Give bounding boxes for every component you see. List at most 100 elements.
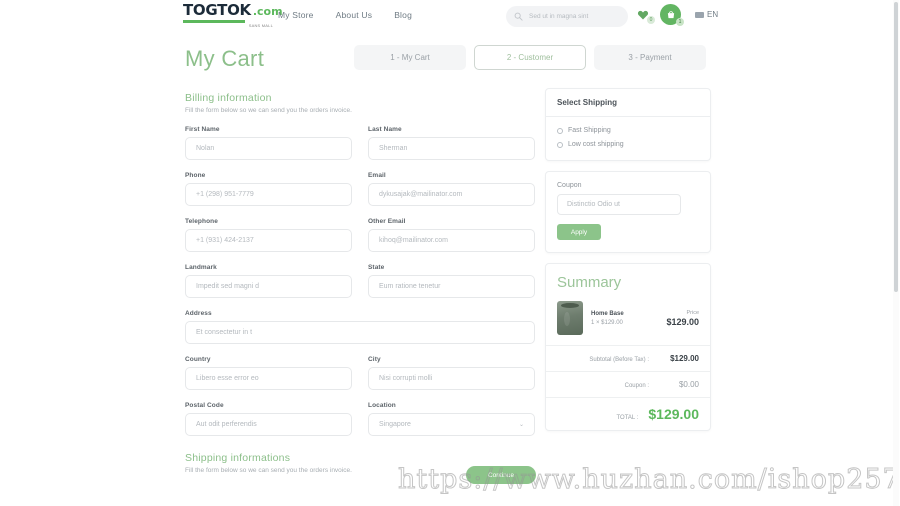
coupon-label: Coupon [557,182,582,189]
continue-button[interactable]: Continue [466,466,536,484]
select-location[interactable]: Singapore ⌄ [368,413,535,436]
billing-section-subtitle: Fill the form below so we can send you t… [185,107,352,114]
input-address[interactable]: Et consectetur in t [185,321,535,344]
step-payment[interactable]: 3 - Payment [594,45,706,70]
wishlist-button[interactable]: 0 [636,8,655,24]
shipping-option-low-cost-label: Low cost shipping [568,141,624,148]
input-city[interactable]: Nisi corrupti molli [368,367,535,390]
shipping-section-title: Shipping informations [185,452,291,464]
step-my-cart[interactable]: 1 - My Cart [354,45,466,70]
label-other-email: Other Email [368,218,406,225]
header-actions: 0 1 EN [636,4,718,26]
chevron-down-icon: ⌄ [518,422,524,428]
field-postal-code: Postal Code Aut odit perferendis [185,402,352,436]
grand-total-value: $129.00 [648,406,699,422]
cart-icon [667,10,674,18]
label-telephone: Telephone [185,218,218,225]
summary-title: Summary [557,274,622,291]
product-thumbnail [557,301,583,335]
label-landmark: Landmark [185,264,217,271]
form-row-landmark-state: Landmark Impedit sed magni d State Eum r… [185,264,535,298]
input-landmark[interactable]: Impedit sed magni d [185,275,352,298]
select-shipping-card: Select Shipping Fast Shipping Low cost s… [545,88,711,161]
coupon-input[interactable]: Distinctio Odio ut [557,194,681,215]
field-other-email: Other Email kihoq@mailinator.com [368,218,535,252]
input-email[interactable]: dykusajak@mailinator.com [368,183,535,206]
summary-coupon-row: Coupon : $0.00 [546,371,710,397]
subtotal-value: $129.00 [670,354,699,363]
label-phone: Phone [185,172,206,179]
input-other-email[interactable]: kihoq@mailinator.com [368,229,535,252]
checkout-sidebar: Select Shipping Fast Shipping Low cost s… [545,88,711,431]
scrollbar-thumb[interactable] [894,2,898,292]
radio-icon[interactable] [557,127,563,134]
language-label: EN [707,10,719,19]
label-last-name: Last Name [368,126,402,133]
input-last-name[interactable]: Sherman [368,137,535,160]
site-logo[interactable]: TOGTOK .com SANS MALL [183,1,283,29]
coupon-total-value: $0.00 [678,380,699,389]
radio-icon[interactable] [557,141,563,148]
search-icon [514,12,523,21]
site-header: TOGTOK .com SANS MALL My Store About Us … [0,0,900,33]
select-location-value: Singapore [379,421,411,428]
page-title: My Cart [185,46,265,71]
summary-product-row: Home Base 1 × $129.00 Price $129.00 [546,299,710,345]
wishlist-count-badge: 0 [647,15,655,24]
form-row-phone-email: Phone +1 (298) 951-7779 Email dykusajak@… [185,172,535,206]
coupon-total-label: Coupon : [624,383,649,389]
label-state: State [368,264,385,271]
product-info: Home Base 1 × $129.00 [591,311,666,326]
logo-tagline: SANS MALL [248,23,273,28]
subtotal-label: Subtotal (Before Tax) : [589,357,649,363]
field-email: Email dykusajak@mailinator.com [368,172,535,206]
checkout-steps: 1 - My Cart 2 - Customer 3 - Payment [354,45,706,70]
page-scrollbar[interactable] [893,0,899,506]
select-shipping-title: Select Shipping [546,89,710,117]
cart-checkout-page: TOGTOK .com SANS MALL My Store About Us … [0,0,900,506]
label-location: Location [368,402,396,409]
input-telephone[interactable]: +1 (931) 424-2137 [185,229,352,252]
product-price-block: Price $129.00 [666,310,699,327]
form-row-address: Address Et consectetur in t [185,310,535,344]
nav-item-blog[interactable]: Blog [394,10,412,20]
search-input[interactable]: Sed ut in magna sint [529,13,588,20]
field-address: Address Et consectetur in t [185,310,535,344]
input-first-name[interactable]: Nolan [185,137,352,160]
search-box[interactable]: Sed ut in magna sint [506,6,628,27]
step-customer[interactable]: 2 - Customer [474,45,586,70]
product-name: Home Base [591,310,624,317]
input-country[interactable]: Libero esse error eo [185,367,352,390]
label-postal-code: Postal Code [185,402,224,409]
input-state[interactable]: Eum ratione tenetur [368,275,535,298]
label-city: City [368,356,381,363]
field-city: City Nisi corrupti molli [368,356,535,390]
select-shipping-options: Fast Shipping Low cost shipping [546,117,710,160]
input-phone[interactable]: +1 (298) 951-7779 [185,183,352,206]
main-nav: My Store About Us Blog [278,10,412,20]
product-qty-line: 1 × $129.00 [591,319,623,326]
input-postal-code[interactable]: Aut odit perferendis [185,413,352,436]
label-address: Address [185,310,212,317]
cart-button[interactable]: 1 [660,4,684,26]
shipping-option-low-cost[interactable]: Low cost shipping [557,141,699,148]
cart-count-badge: 1 [676,18,684,26]
form-row-telephone-other-email: Telephone +1 (931) 424-2137 Other Email … [185,218,535,252]
shipping-option-fast[interactable]: Fast Shipping [557,127,699,134]
field-state: State Eum ratione tenetur [368,264,535,298]
form-row-name: First Name Nolan Last Name Sherman [185,126,535,160]
language-selector[interactable]: EN [695,10,718,19]
label-first-name: First Name [185,126,220,133]
logo-main: TOGTOK [183,1,251,19]
logo-underline-bar [183,20,245,23]
form-row-postal-location: Postal Code Aut odit perferendis Locatio… [185,402,535,436]
summary-subtotal-row: Subtotal (Before Tax) : $129.00 [546,345,710,371]
field-phone: Phone +1 (298) 951-7779 [185,172,352,206]
label-country: Country [185,356,211,363]
flag-icon [695,11,704,18]
nav-item-about-us[interactable]: About Us [336,10,373,20]
label-email: Email [368,172,386,179]
coupon-body: Coupon Distinctio Odio ut Apply [546,172,710,252]
nav-item-my-store[interactable]: My Store [278,10,314,20]
apply-coupon-button[interactable]: Apply [557,224,601,240]
